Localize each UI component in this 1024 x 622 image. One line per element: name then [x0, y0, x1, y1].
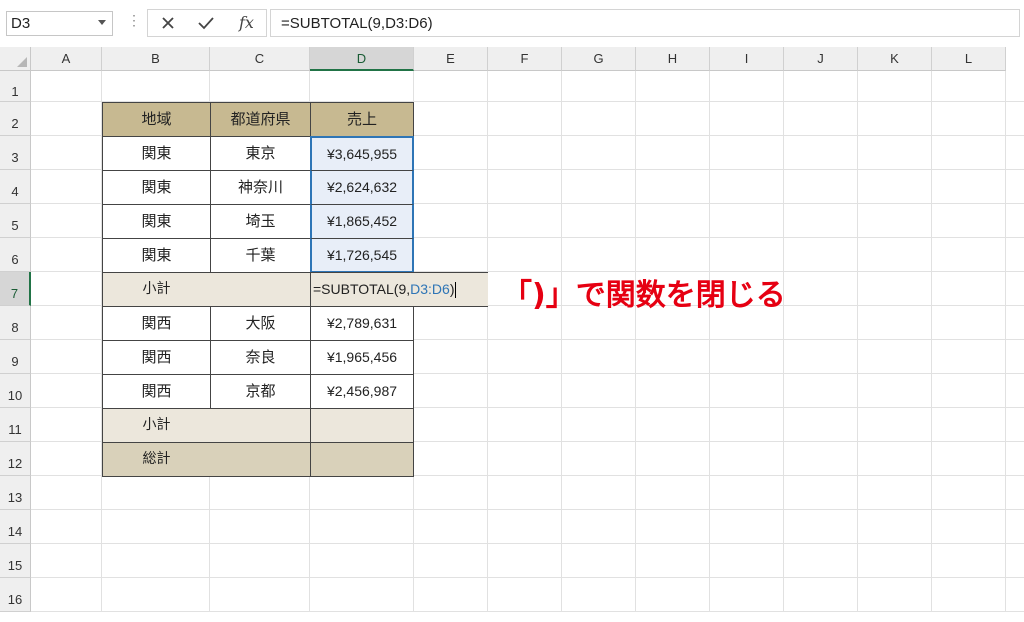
row-header-6[interactable]: 6: [0, 238, 31, 272]
formula-buttons: fx: [147, 9, 267, 37]
column-header-g[interactable]: G: [562, 47, 636, 71]
sales-cell[interactable]: ¥2,789,631: [310, 306, 414, 341]
formula-input[interactable]: =SUBTOTAL(9,D3:D6): [270, 9, 1020, 37]
subtotal-label[interactable]: 小計: [102, 408, 311, 443]
prefecture-cell[interactable]: 神奈川: [210, 170, 311, 205]
region-cell[interactable]: 関西: [102, 340, 211, 375]
text-cursor: [455, 282, 457, 299]
sales-cell[interactable]: ¥1,965,456: [310, 340, 414, 375]
row-header-10[interactable]: 10: [0, 374, 31, 408]
region-cell[interactable]: 関東: [102, 204, 211, 239]
row-header-1[interactable]: 1: [0, 71, 31, 102]
total-label[interactable]: 総計: [102, 442, 311, 477]
column-header-b[interactable]: B: [102, 47, 210, 71]
row-header-12[interactable]: 12: [0, 442, 31, 476]
spreadsheet-grid: ABCDEFGHIJKL 1 2 3 4 5 6 7 8 9 10 11 12 13 14 15 16 地域 …: [0, 47, 1024, 612]
column-header-h[interactable]: H: [636, 47, 710, 71]
subtotal-value-cell[interactable]: [310, 408, 414, 443]
total-value-cell[interactable]: [310, 442, 414, 477]
formula-bar: D3 ⋮ fx =SUBTOTAL(9,D3:D6): [0, 0, 1024, 47]
column-header-i[interactable]: I: [710, 47, 784, 71]
grid-line: [1005, 71, 1006, 612]
region-cell[interactable]: 関西: [102, 374, 211, 409]
sales-cell[interactable]: ¥1,865,452: [310, 204, 414, 239]
prefecture-cell[interactable]: 京都: [210, 374, 311, 409]
select-all-button[interactable]: [0, 47, 31, 71]
subtotal-label[interactable]: 小計: [102, 272, 311, 307]
grid-line: [487, 71, 488, 612]
column-header-f[interactable]: F: [488, 47, 562, 71]
grid-line: [561, 71, 562, 612]
formula-suffix: ): [449, 281, 455, 297]
row-header-16[interactable]: 16: [0, 578, 31, 612]
sales-cell[interactable]: ¥2,624,632: [310, 170, 414, 205]
formula-text: =SUBTOTAL(9,D3:D6): [281, 15, 433, 32]
column-header-j[interactable]: J: [784, 47, 858, 71]
prefecture-cell[interactable]: 東京: [210, 136, 311, 171]
name-box-value: D3: [11, 15, 31, 32]
row-header-4[interactable]: 4: [0, 170, 31, 204]
grid-line: [857, 71, 858, 612]
row-header-9[interactable]: 9: [0, 340, 31, 374]
region-cell[interactable]: 関西: [102, 306, 211, 341]
row-header-13[interactable]: 13: [0, 476, 31, 510]
row-header-2[interactable]: 2: [0, 102, 31, 136]
more-options-icon[interactable]: ⋮: [127, 13, 141, 27]
region-cell[interactable]: 関東: [102, 170, 211, 205]
grid-line: [31, 509, 1024, 510]
row-header-5[interactable]: 5: [0, 204, 31, 238]
formula-prefix: =SUBTOTAL(9,: [313, 281, 411, 297]
prefecture-cell[interactable]: 千葉: [210, 238, 311, 273]
row-header-15[interactable]: 15: [0, 544, 31, 578]
grid-line: [783, 71, 784, 612]
column-header-a[interactable]: A: [31, 47, 102, 71]
header-region[interactable]: 地域: [102, 102, 211, 137]
grid-line: [709, 71, 710, 612]
region-cell[interactable]: 関東: [102, 136, 211, 171]
name-box[interactable]: D3: [6, 11, 113, 36]
row-header-3[interactable]: 3: [0, 136, 31, 170]
column-header-c[interactable]: C: [210, 47, 310, 71]
cancel-icon[interactable]: [158, 13, 178, 33]
editing-cell[interactable]: =SUBTOTAL(9,D3:D6): [310, 272, 488, 307]
sales-cell[interactable]: ¥2,456,987: [310, 374, 414, 409]
grid-line: [635, 71, 636, 612]
annotation-text: 「)」で関数を閉じる: [502, 278, 786, 313]
row-header-11[interactable]: 11: [0, 408, 31, 442]
prefecture-cell[interactable]: 大阪: [210, 306, 311, 341]
row-header-8[interactable]: 8: [0, 306, 31, 340]
column-header-e[interactable]: E: [414, 47, 488, 71]
prefecture-cell[interactable]: 埼玉: [210, 204, 311, 239]
header-prefecture[interactable]: 都道府県: [210, 102, 311, 137]
prefecture-cell[interactable]: 奈良: [210, 340, 311, 375]
sales-cell[interactable]: ¥3,645,955: [310, 136, 414, 171]
grid-line: [31, 577, 1024, 578]
enter-icon[interactable]: [196, 13, 216, 33]
grid-line: [931, 71, 932, 612]
chevron-down-icon[interactable]: [98, 20, 106, 25]
column-header-l[interactable]: L: [932, 47, 1006, 71]
sales-cell[interactable]: ¥1,726,545: [310, 238, 414, 273]
header-sales[interactable]: 売上: [310, 102, 414, 137]
row-header-14[interactable]: 14: [0, 510, 31, 544]
column-header-k[interactable]: K: [858, 47, 932, 71]
grid-line: [31, 543, 1024, 544]
insert-function-icon[interactable]: fx: [239, 13, 254, 32]
column-header-d[interactable]: D: [310, 47, 414, 71]
region-cell[interactable]: 関東: [102, 238, 211, 273]
row-header-7[interactable]: 7: [0, 272, 31, 306]
range-reference: D3:D6: [410, 281, 450, 297]
